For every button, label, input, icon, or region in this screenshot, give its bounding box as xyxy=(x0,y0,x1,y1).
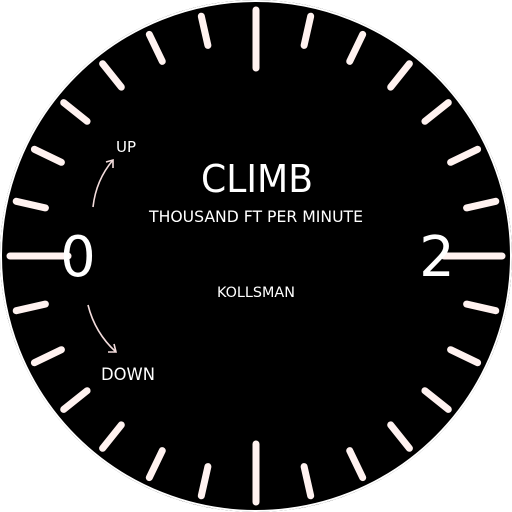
climb-gauge-face: CLIMB THOUSAND FT PER MINUTE KOLLSMAN UP… xyxy=(0,0,512,512)
gauge-units: THOUSAND FT PER MINUTE xyxy=(148,207,363,226)
scale-label-zero: 0 xyxy=(60,225,96,290)
gauge-title: CLIMB xyxy=(201,157,313,201)
up-label: UP xyxy=(116,138,136,156)
down-label: DOWN xyxy=(101,365,155,385)
brand-label: KOLLSMAN xyxy=(217,285,295,301)
scale-label-two: 2 xyxy=(419,225,455,290)
